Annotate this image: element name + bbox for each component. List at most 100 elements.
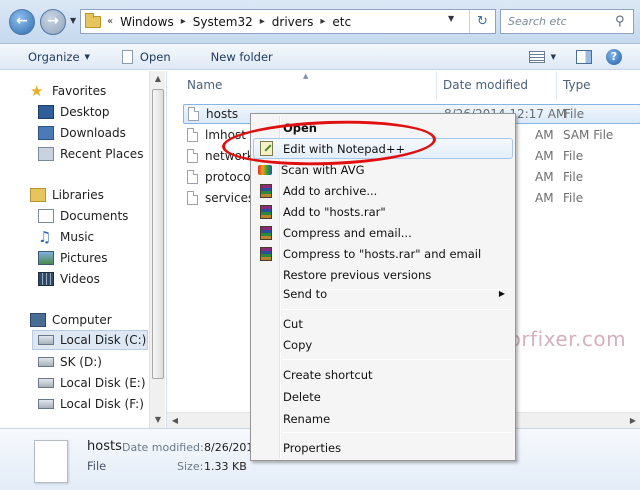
nav-item-label: Desktop xyxy=(60,105,110,119)
menu-item-compress-and-email[interactable]: Compress and email... xyxy=(253,222,513,243)
nav-item-label: Videos xyxy=(60,272,100,286)
file-date: AM xyxy=(535,128,554,142)
file-icon xyxy=(34,440,68,483)
scroll-up-icon[interactable]: ▲ xyxy=(150,71,166,87)
menu-item-compress-to-hosts-rar-and-email[interactable]: Compress to "hosts.rar" and email xyxy=(253,243,513,264)
recent-pages-chevron-icon[interactable]: ▼ xyxy=(70,16,76,25)
nav-item-sk-d[interactable]: SK (D:) xyxy=(38,352,102,372)
search-icon[interactable]: ⚲ xyxy=(615,14,633,29)
nav-favorites[interactable]: ★ Favorites xyxy=(30,81,106,101)
breadcrumb-overflow[interactable]: « xyxy=(107,16,113,27)
menu-item-create-shortcut[interactable]: Create shortcut xyxy=(253,364,513,385)
menu-item-rename[interactable]: Rename xyxy=(253,408,513,429)
menu-item-cut[interactable]: Cut xyxy=(253,313,513,334)
menu-separator xyxy=(282,432,512,433)
file-icon xyxy=(188,107,199,121)
nav-libraries[interactable]: Libraries xyxy=(30,185,104,205)
nav-item-desktop[interactable]: Desktop xyxy=(38,102,110,122)
nav-item-label: SK (D:) xyxy=(60,355,102,369)
navigation-pane-scrollbar[interactable]: ▲ ▼ xyxy=(149,71,165,428)
drive-icon xyxy=(38,378,54,388)
column-header-date-modified[interactable]: Date modified xyxy=(437,71,557,99)
computer-icon xyxy=(30,313,46,327)
videos-icon xyxy=(38,272,54,286)
address-dropdown-icon[interactable]: ▼ xyxy=(448,14,454,23)
nav-item-downloads[interactable]: Downloads xyxy=(38,123,126,143)
chevron-right-icon[interactable]: ▸ xyxy=(260,16,265,27)
nav-item-music[interactable]: ♫ Music xyxy=(38,227,94,247)
menu-item-copy[interactable]: Copy xyxy=(253,334,513,355)
details-file-name: hosts xyxy=(87,439,122,454)
scrollbar-thumb[interactable] xyxy=(152,89,164,379)
forward-arrow-icon[interactable]: → xyxy=(40,9,66,35)
folder-icon xyxy=(85,12,101,28)
nav-item-label: Documents xyxy=(60,209,129,223)
nav-item-documents[interactable]: Documents xyxy=(38,206,128,226)
details-size-value: 1.33 KB xyxy=(204,460,247,473)
chevron-right-icon[interactable]: ▸ xyxy=(320,16,325,27)
nav-item-recent-places[interactable]: Recent Places xyxy=(38,144,143,164)
drive-icon xyxy=(38,335,54,345)
menu-item-label: Compress and email... xyxy=(283,225,412,240)
navigation-pane: ★ Favorites Desktop Downloads Recent Pla… xyxy=(0,71,166,428)
file-date: AM xyxy=(535,149,554,163)
chevron-right-icon[interactable]: ▸ xyxy=(181,16,186,27)
file-icon xyxy=(187,170,198,184)
breadcrumb-system32[interactable]: System32 xyxy=(193,15,253,29)
documents-icon xyxy=(38,209,54,223)
nav-item-label: Downloads xyxy=(60,126,126,140)
new-folder-button[interactable]: New folder xyxy=(201,44,283,70)
help-icon[interactable]: ? xyxy=(606,49,622,65)
winrar-icon xyxy=(260,225,272,240)
nav-item-local-disk-f[interactable]: Local Disk (F:) xyxy=(38,394,144,414)
nav-item-videos[interactable]: Videos xyxy=(38,269,100,289)
chevron-down-icon[interactable]: ▼ xyxy=(551,53,556,61)
menu-item-add-to-archive[interactable]: Add to archive... xyxy=(253,180,513,201)
nav-libraries-label: Libraries xyxy=(52,188,104,202)
breadcrumb-windows[interactable]: Windows xyxy=(120,15,174,29)
nav-item-label: Music xyxy=(60,230,95,244)
scroll-right-icon[interactable]: ▶ xyxy=(625,413,640,429)
menu-item-label: Cut xyxy=(283,316,303,331)
search-placeholder: Search etc xyxy=(508,15,567,28)
nav-item-local-disk-e[interactable]: Local Disk (E:) xyxy=(38,373,146,393)
file-type: File xyxy=(564,107,585,121)
back-arrow-icon[interactable]: ← xyxy=(9,9,35,35)
star-icon: ★ xyxy=(30,82,44,100)
breadcrumb-etc[interactable]: etc xyxy=(332,15,351,29)
menu-item-delete[interactable]: Delete xyxy=(253,386,513,407)
details-modified-label: Date modified: xyxy=(122,441,204,454)
scroll-left-icon[interactable]: ◀ xyxy=(167,413,183,429)
menu-item-properties[interactable]: Properties xyxy=(253,437,513,458)
column-header-name[interactable]: Name xyxy=(181,71,437,99)
menu-item-send-to-row[interactable]: Send to ▶ xyxy=(253,283,513,304)
preview-pane-icon[interactable] xyxy=(576,50,592,64)
nav-item-local-disk-c[interactable]: Local Disk (C:) xyxy=(32,330,148,350)
menu-item-label: Restore previous versions xyxy=(283,267,432,282)
file-icon xyxy=(187,149,198,163)
menu-item-label: Add to "hosts.rar" xyxy=(283,204,386,219)
details-modified-value: 8/26/201 xyxy=(204,441,254,454)
breadcrumb-drivers[interactable]: drivers xyxy=(272,15,314,29)
address-field[interactable]: « Windows ▸ System32 ▸ drivers ▸ etc xyxy=(80,9,496,34)
nav-item-pictures[interactable]: Pictures xyxy=(38,248,108,268)
nav-item-label: Pictures xyxy=(60,251,108,265)
scroll-down-icon[interactable]: ▼ xyxy=(150,412,166,428)
column-header-type[interactable]: Type xyxy=(557,71,640,99)
file-icon xyxy=(187,191,198,205)
winrar-icon xyxy=(260,246,272,261)
file-date: AM xyxy=(535,170,554,184)
address-bar-region: ← → ▼ « Windows ▸ System32 ▸ drivers ▸ e… xyxy=(0,0,640,44)
organize-button[interactable]: Organize ▼ xyxy=(0,44,100,70)
refresh-icon[interactable]: ↻ xyxy=(469,10,495,33)
nav-computer[interactable]: Computer xyxy=(30,310,112,330)
menu-item-label: Delete xyxy=(283,389,321,404)
search-input[interactable]: Search etc ⚲ xyxy=(500,9,634,34)
menu-item-restore-previous-versions[interactable]: Restore previous versions xyxy=(253,264,513,285)
context-menu: Open Edit with Notepad++ Scan with AVG A… xyxy=(250,113,516,461)
open-button[interactable]: Open xyxy=(112,44,181,70)
menu-item-add-to-hosts-rar[interactable]: Add to "hosts.rar" xyxy=(253,201,513,222)
change-view-icon[interactable] xyxy=(528,51,545,63)
menu-separator xyxy=(282,359,512,360)
column-header-row: Name Date modified Type ▲ xyxy=(167,71,640,99)
